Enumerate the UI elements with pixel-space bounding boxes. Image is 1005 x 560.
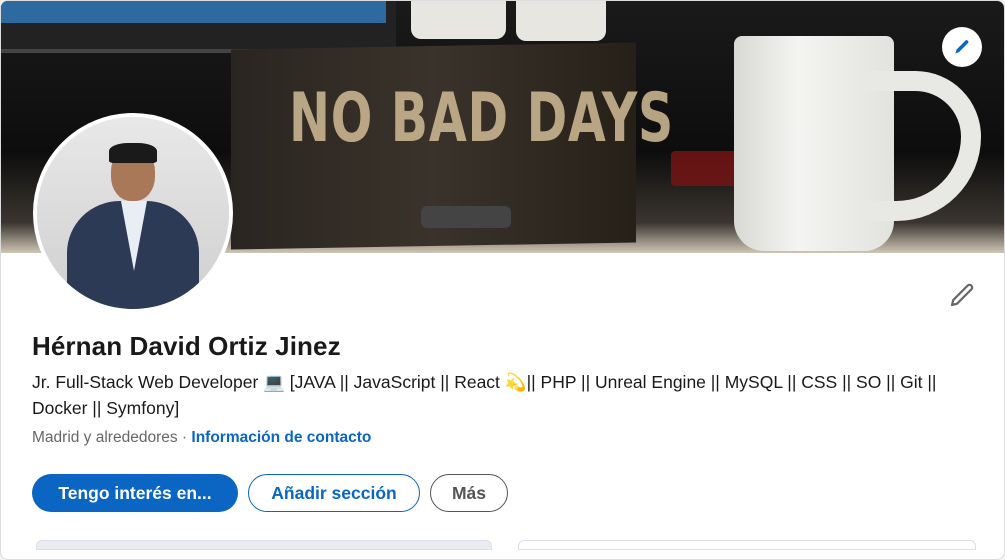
add-section-button[interactable]: Añadir sección	[248, 474, 420, 512]
pencil-icon	[955, 40, 969, 54]
profile-headline: Jr. Full-Stack Web Developer 💻 [JAVA || …	[32, 372, 937, 418]
edit-banner-button[interactable]	[942, 27, 982, 67]
banner-object	[671, 151, 741, 186]
location: Madrid y alrededores	[32, 429, 178, 446]
more-button[interactable]: Más	[430, 474, 508, 512]
profile-card: NO BAD DAYS Hérnan David Ortiz Jinez Jr.…	[0, 0, 1005, 560]
pencil-icon	[950, 283, 974, 307]
edit-profile-button[interactable]	[947, 280, 977, 310]
location-line: Madrid y alrededores · Información de co…	[32, 429, 371, 447]
open-to-button[interactable]: Tengo interés en...	[32, 474, 238, 512]
banner-cup	[411, 1, 506, 39]
separator: ·	[177, 429, 192, 446]
banner-cup	[516, 1, 606, 41]
banner-laptop	[1, 1, 396, 53]
profile-name: Hérnan David Ortiz Jinez	[32, 331, 341, 361]
avatar[interactable]	[33, 113, 233, 313]
contact-info-link[interactable]: Información de contacto	[191, 429, 371, 446]
banner-mug-handle	[861, 71, 981, 221]
banner-phone	[421, 206, 511, 228]
banner-sign-text: NO BAD DAYS	[289, 79, 675, 158]
